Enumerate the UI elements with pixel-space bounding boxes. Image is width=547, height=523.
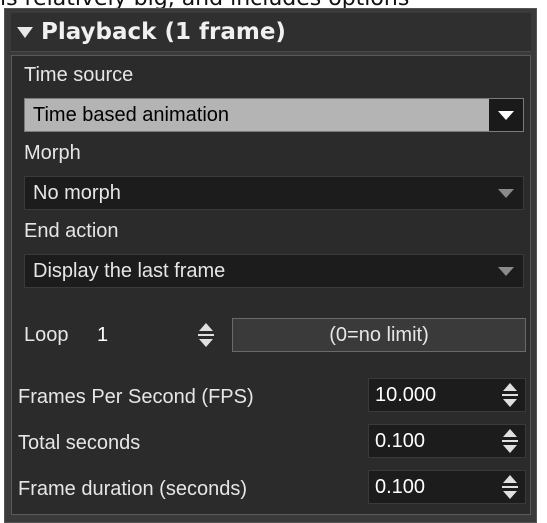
- loop-value[interactable]: 1: [91, 324, 191, 347]
- end-action-label: End action: [24, 220, 119, 242]
- time-source-value: Time based animation: [33, 103, 230, 126]
- stepper-icon[interactable]: [495, 380, 525, 410]
- loop-stepper[interactable]: 1: [90, 318, 222, 352]
- time-source-dropdown[interactable]: Time based animation: [24, 98, 524, 132]
- end-action-arrow-button[interactable]: [489, 255, 523, 287]
- end-action-value: Display the last frame: [33, 259, 226, 282]
- total-seconds-stepper[interactable]: 0.100: [368, 424, 526, 458]
- frame-duration-stepper[interactable]: 0.100: [368, 470, 526, 504]
- playback-settings: Time source Time based animation Morph N…: [11, 55, 531, 515]
- panel-title: Playback (1 frame): [41, 19, 286, 45]
- morph-value: No morph: [33, 181, 121, 204]
- time-source-label: Time source: [24, 64, 134, 86]
- fps-value[interactable]: 10.000: [369, 384, 495, 407]
- stepper-icon[interactable]: [495, 426, 525, 456]
- window: is relatively big, and includes options …: [0, 0, 547, 523]
- morph-dropdown[interactable]: No morph: [24, 176, 524, 210]
- chevron-down-icon: [498, 188, 514, 198]
- loop-label: Loop: [24, 324, 69, 346]
- chevron-down-icon: [498, 110, 514, 120]
- morph-arrow-button[interactable]: [489, 177, 523, 209]
- fps-stepper[interactable]: 10.000: [368, 378, 526, 412]
- chevron-down-icon: [498, 266, 514, 276]
- frame-duration-label: Frame duration (seconds): [18, 478, 247, 500]
- fps-label: Frames Per Second (FPS): [18, 386, 254, 408]
- loop-limit-hint[interactable]: (0=no limit): [232, 318, 526, 352]
- playback-panel-header[interactable]: Playback (1 frame): [11, 13, 531, 52]
- stepper-icon[interactable]: [495, 472, 525, 502]
- total-seconds-value[interactable]: 0.100: [369, 430, 495, 453]
- total-seconds-label: Total seconds: [18, 432, 141, 454]
- frame-duration-value[interactable]: 0.100: [369, 476, 495, 499]
- end-action-dropdown[interactable]: Display the last frame: [24, 254, 524, 288]
- time-source-arrow-button[interactable]: [489, 99, 523, 131]
- playback-panel: Playback (1 frame) Time source Time base…: [4, 8, 537, 523]
- collapse-triangle-icon[interactable]: [17, 26, 33, 38]
- morph-label: Morph: [24, 142, 81, 164]
- stepper-icon[interactable]: [191, 320, 221, 350]
